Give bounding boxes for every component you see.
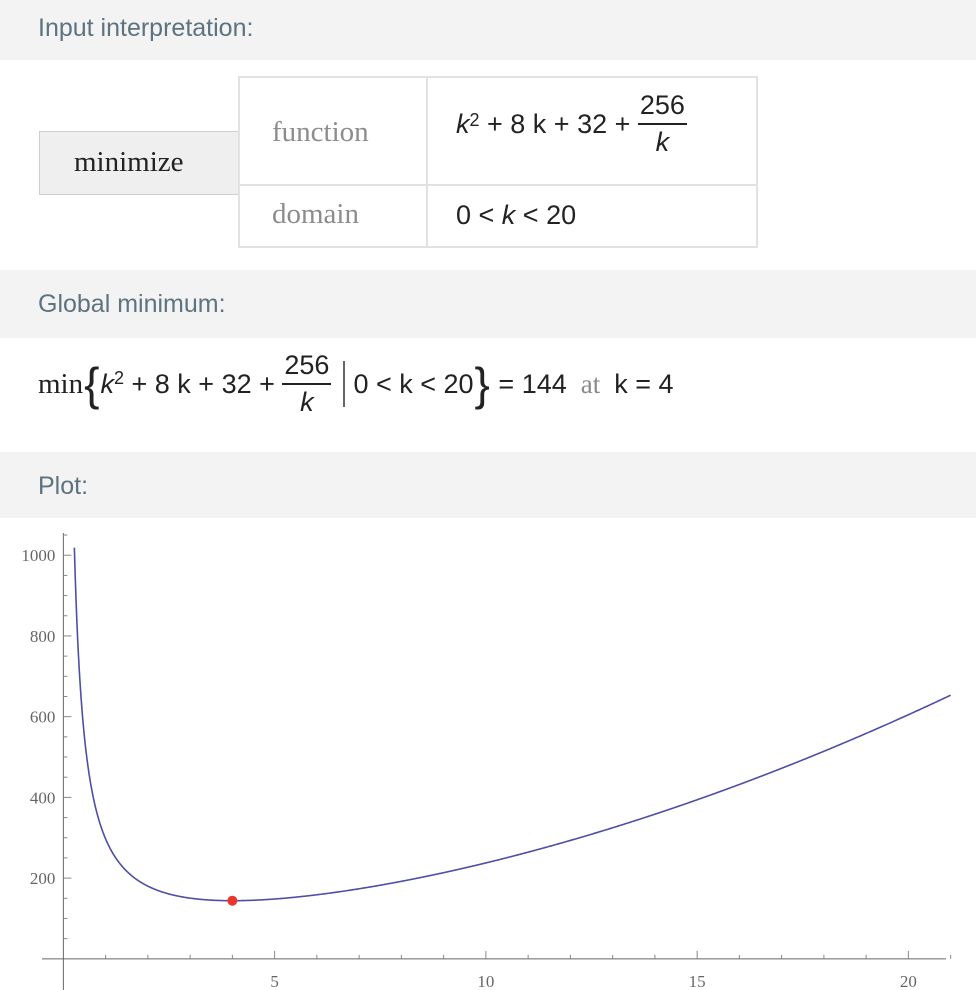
interpretation-row-function: function k2 + 8 k + 32 + 256 k	[238, 76, 758, 186]
domain-label-cell: domain	[238, 184, 428, 248]
minimum-result: min { k2 + 8 k + 32 + 256 k 0 < k < 20 }…	[38, 352, 674, 416]
plot-curve	[73, 547, 951, 902]
minimize-label: minimize	[74, 146, 184, 178]
pod-title-plot: Plot:	[38, 472, 89, 500]
function-exp: 2	[469, 109, 480, 130]
x-tick-label: 5	[270, 972, 279, 990]
plot-markers	[227, 895, 238, 906]
y-tick-label: 400	[30, 788, 56, 807]
domain-expr-cell: 0 < k < 20	[426, 184, 758, 248]
result-var: k	[100, 368, 115, 399]
minimize-box: minimize	[39, 131, 239, 195]
x-tick-label: 15	[689, 972, 706, 990]
condition-bar	[343, 361, 346, 407]
domain-right: < 20	[515, 200, 577, 230]
function-expr-cell: k2 + 8 k + 32 + 256 k	[426, 76, 758, 186]
function-label: function	[272, 116, 369, 148]
result-numerator: 256	[282, 352, 332, 385]
result-denominator: k	[300, 387, 314, 417]
function-numerator: 256	[637, 92, 687, 125]
result-fraction: 256 k	[282, 352, 332, 417]
y-tick-label: 200	[30, 869, 56, 888]
interpretation-row-domain: domain 0 < k < 20	[238, 184, 758, 248]
open-brace: {	[84, 358, 100, 410]
pod-header-input: Input interpretation:	[0, 0, 976, 60]
at-value: k = 4	[614, 368, 674, 399]
at-label: at	[580, 368, 601, 399]
domain-expression: 0 < k < 20	[456, 200, 576, 231]
pod-header-minimum: Global minimum:	[0, 270, 976, 338]
x-tick-label: 20	[900, 972, 917, 990]
function-var: k	[456, 108, 470, 139]
domain-label: domain	[272, 198, 359, 230]
plot-chart: 5 10 15 20 200 400 600 800 1000	[21, 533, 952, 990]
result-condition: 0 < k < 20	[353, 368, 474, 399]
result-middle: + 8 k + 32 +	[124, 368, 283, 399]
domain-left: 0 <	[456, 200, 502, 230]
pod-title-input: Input interpretation:	[38, 14, 254, 42]
close-brace: }	[474, 358, 490, 410]
pod-header-plot: Plot:	[0, 452, 976, 518]
plot-ticks: 5 10 15 20 200 400 600 800 1000	[21, 534, 952, 990]
y-tick-label: 1000	[21, 546, 55, 565]
function-middle: + 8 k + 32 +	[479, 108, 638, 139]
result-exp: 2	[114, 367, 125, 388]
function-label-cell: function	[238, 76, 428, 186]
function-fraction: 256 k	[637, 92, 687, 157]
result-equals: = 144	[490, 368, 567, 399]
minimum-point-marker	[227, 895, 238, 906]
function-expression: k2 + 8 k + 32 + 256 k	[456, 92, 687, 156]
domain-var: k	[501, 200, 516, 230]
plot-axes	[42, 533, 946, 990]
interpretation-table: function k2 + 8 k + 32 + 256 k domain 0 …	[238, 76, 758, 248]
x-tick-label: 10	[477, 972, 494, 990]
pod-title-minimum: Global minimum:	[38, 290, 226, 318]
function-denominator: k	[655, 127, 670, 157]
y-tick-label: 800	[30, 627, 56, 646]
y-tick-label: 600	[30, 708, 56, 727]
min-label: min	[38, 367, 84, 400]
